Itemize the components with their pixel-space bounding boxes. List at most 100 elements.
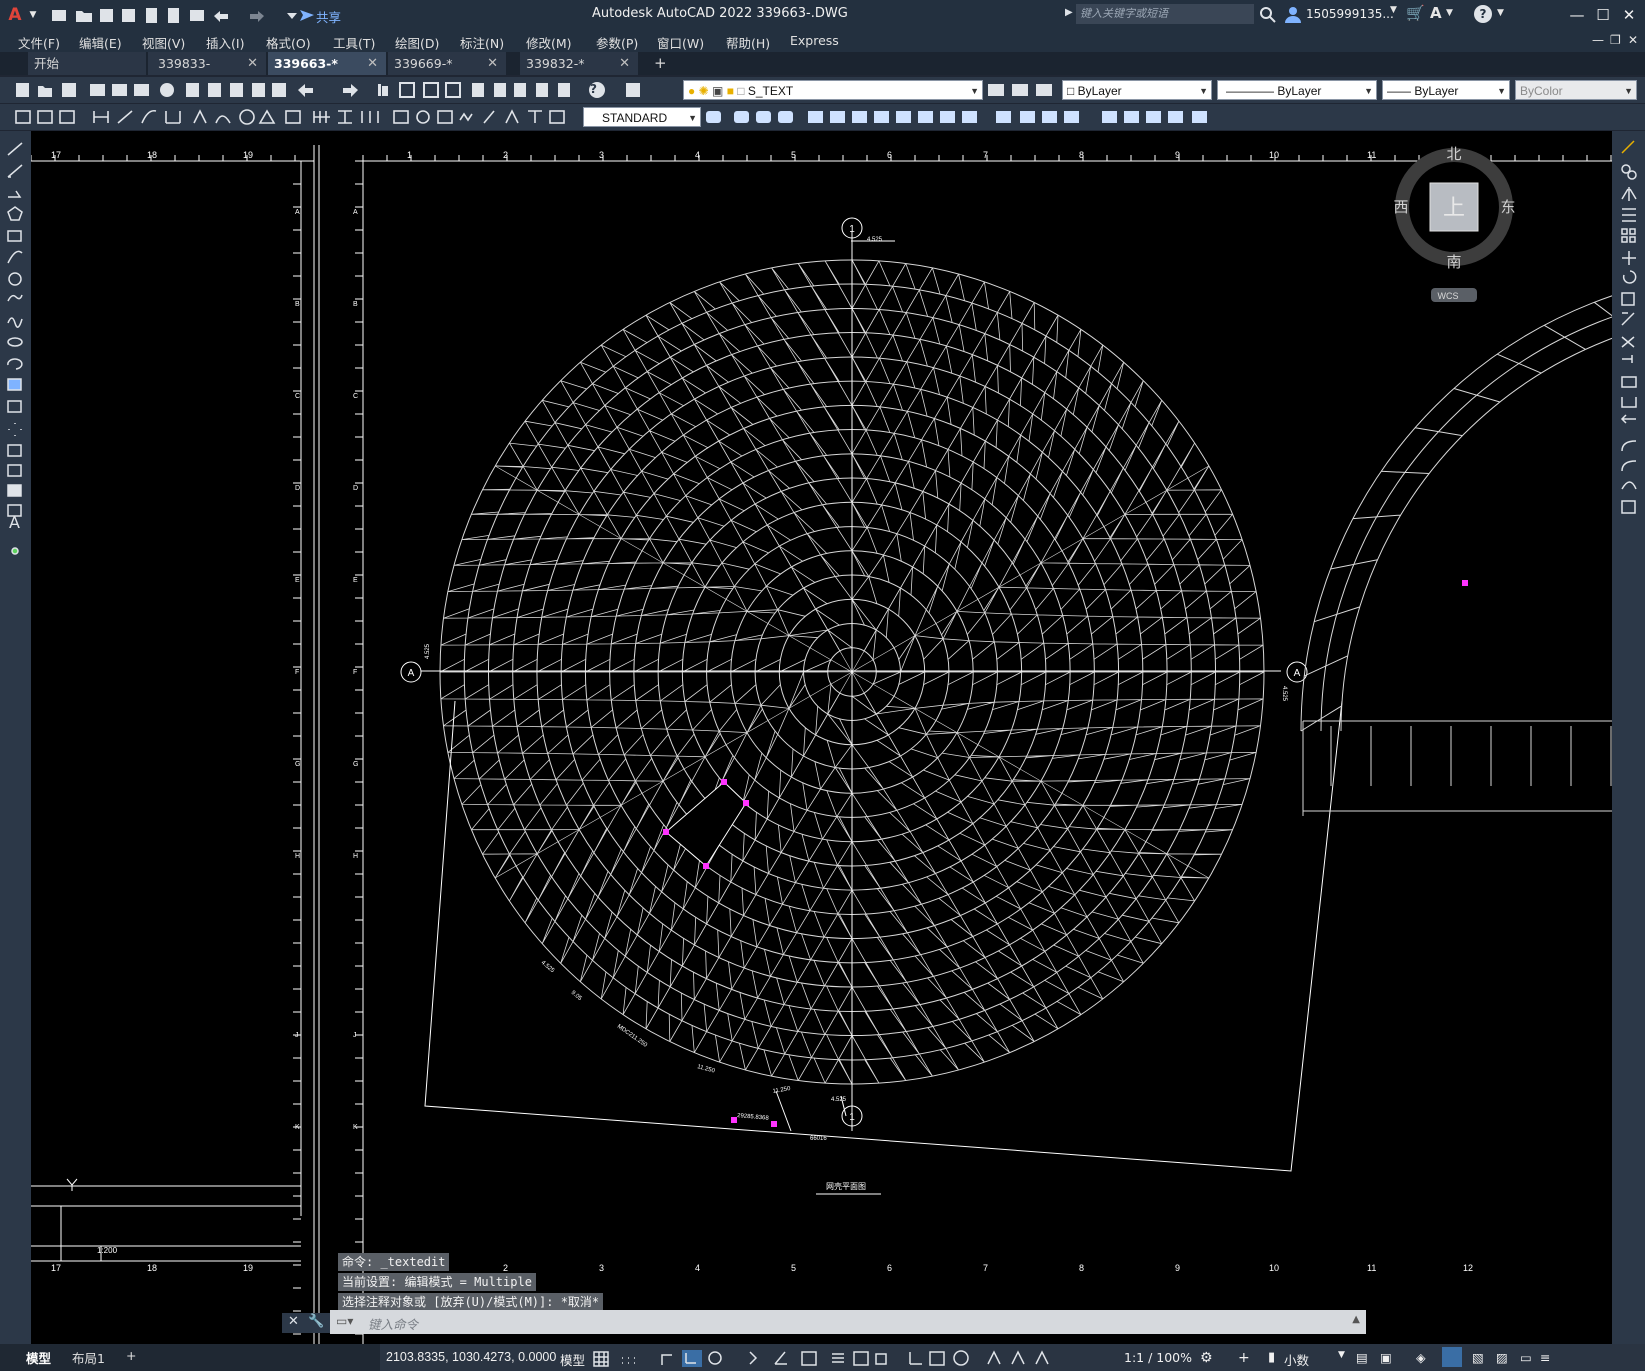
user-name[interactable]: 1505999135...	[1306, 7, 1394, 21]
quick-properties-toggle-icon[interactable]: ▤	[1356, 1350, 1368, 1365]
tab-start[interactable]: 开始	[28, 52, 146, 75]
gradient-icon	[7, 464, 22, 477]
layer-tool-icons[interactable]	[986, 81, 1066, 99]
menu-parametric[interactable]: 参数(P)	[596, 33, 638, 52]
tab-339663[interactable]: 339663-* ✕	[268, 52, 386, 75]
user-menu-arrow-icon[interactable]: ▼	[1390, 5, 1397, 15]
doc-restore-button[interactable]: ❐	[1610, 33, 1621, 47]
menu-dimension[interactable]: 标注(N)	[460, 33, 504, 52]
tab-339832[interactable]: 339832-* ✕	[520, 52, 638, 75]
menu-modify[interactable]: 修改(M)	[526, 33, 572, 52]
customization-icon[interactable]: ▨	[1496, 1350, 1508, 1365]
modify-palette-icons[interactable]	[1620, 137, 1640, 637]
view-cube[interactable]: 上 北 南 西 东 WCS	[1393, 145, 1516, 302]
new-tab-button[interactable]: +	[654, 54, 667, 72]
maximize-button[interactable]: ☐	[1590, 4, 1616, 26]
share-label[interactable]: 共享	[316, 7, 341, 26]
gear-icon[interactable]: ⚙	[1200, 1350, 1213, 1366]
wrench-icon[interactable]: 🔧	[308, 1314, 324, 1329]
menu-file[interactable]: 文件(F)	[18, 33, 60, 52]
ruler-main-row-K: K	[353, 1124, 358, 1131]
chamfer-icon	[1620, 414, 1636, 424]
lineweight-dropdown[interactable]: —— ByLayer ▼	[1382, 80, 1510, 100]
app-menu-arrow-icon[interactable]: ▼	[24, 6, 42, 24]
layer-dropdown[interactable]: ● ✺ ▣ ■ □ S_TEXT ▼	[683, 80, 983, 100]
annotation-scale[interactable]: 1:1 / 100%	[1124, 1350, 1192, 1365]
menu-format[interactable]: 格式(O)	[266, 33, 311, 52]
quick-properties-icon[interactable]: ▮	[1268, 1350, 1275, 1365]
tab-layout1[interactable]: 布局1	[72, 1348, 105, 1367]
chevron-right-icon[interactable]: ▶	[1065, 7, 1073, 18]
help-menu-arrow-icon[interactable]: ▼	[1497, 8, 1504, 18]
textstyle-dropdown[interactable]: STANDARD ▼	[583, 107, 701, 127]
offset-icon	[1622, 208, 1636, 222]
menu-draw[interactable]: 绘图(D)	[395, 33, 439, 52]
menu-window[interactable]: 窗口(W)	[657, 33, 704, 52]
close-icon[interactable]: ✕	[367, 52, 378, 75]
modify-toolbar-icons[interactable]	[704, 108, 1224, 126]
autodesk-a360-icon[interactable]: A	[1430, 4, 1442, 22]
hardware-acceleration-icon[interactable]	[1442, 1347, 1462, 1367]
scale-label: 1:200	[97, 1246, 118, 1255]
chevron-down-icon[interactable]: ▼	[1338, 1350, 1345, 1360]
close-button[interactable]: ✕	[1616, 4, 1642, 26]
close-icon[interactable]: ✕	[619, 52, 630, 75]
menu-express[interactable]: Express	[790, 33, 839, 48]
plus-icon[interactable]: +	[1238, 1350, 1250, 1366]
menu-icon[interactable]: ≡	[1540, 1350, 1550, 1365]
clean-screen-icon[interactable]: ▧	[1472, 1350, 1484, 1365]
menu-edit[interactable]: 编辑(E)	[79, 33, 122, 52]
spline-icon	[7, 317, 23, 328]
lock-ui-icon[interactable]: ▣	[1380, 1350, 1392, 1365]
command-history-3: 选择注释对象或 [放弃(U)/模式(M)]: *取消*	[338, 1293, 604, 1311]
ruler-main-bottom-7: 7	[983, 1263, 988, 1273]
menu-tools[interactable]: 工具(T)	[333, 33, 375, 52]
status-toggle-icons[interactable]	[592, 1349, 1192, 1367]
doc-close-button[interactable]: ✕	[1628, 33, 1638, 47]
multiline-text-icon[interactable]: A	[9, 513, 20, 532]
lock-icon: ■	[726, 84, 734, 98]
standard-toolbar-icons[interactable]	[14, 81, 674, 99]
command-input[interactable]: ▭▾ 键入命令 ▲	[330, 1310, 1366, 1334]
tab-339669[interactable]: 339669-* ✕	[388, 52, 506, 75]
help-icon[interactable]: ?	[1474, 5, 1492, 23]
menu-insert[interactable]: 插入(I)	[206, 33, 244, 52]
ruler-main-row-H: H	[353, 853, 358, 860]
chevron-up-icon[interactable]: ▲	[1352, 1314, 1360, 1325]
array-icon	[1621, 228, 1628, 235]
close-icon[interactable]: ✕	[247, 52, 258, 75]
doc-minimize-button[interactable]: —	[1592, 33, 1604, 47]
close-icon[interactable]: ✕	[288, 1314, 299, 1329]
tab-339833[interactable]: 339833- ✕	[148, 52, 266, 75]
color-dropdown[interactable]: □ ByLayer ▼	[1062, 80, 1212, 100]
drawing-canvas[interactable]: 17 18 19 17 18 19 1 2 3 4 5 6 7 8 9 10 1…	[31, 131, 1612, 1344]
menu-view[interactable]: 视图(V)	[142, 33, 185, 52]
dim-arc-1: 4.525	[540, 960, 556, 975]
user-icon[interactable]	[1284, 6, 1302, 24]
command-prompt-icon[interactable]: ▭▾	[336, 1314, 353, 1328]
ruler-main-bottom-8: 8	[1079, 1263, 1084, 1273]
a360-menu-arrow-icon[interactable]: ▼	[1446, 8, 1453, 18]
close-icon[interactable]: ✕	[487, 52, 498, 75]
search-icon[interactable]	[1260, 7, 1276, 23]
circle-icon	[8, 272, 22, 286]
units-dropdown[interactable]: 小数	[1284, 1350, 1309, 1369]
add-layout-button[interactable]: +	[126, 1348, 136, 1363]
rectangle-icon	[7, 230, 22, 242]
isolate-objects-icon[interactable]: ◈	[1416, 1350, 1426, 1365]
break-icon	[1621, 376, 1637, 388]
search-input[interactable]: 键入关键字或短语	[1076, 4, 1254, 24]
plotstyle-dropdown[interactable]: ByColor ▼	[1515, 80, 1637, 100]
linetype-dropdown[interactable]: ———— ByLayer ▼	[1217, 80, 1377, 100]
autocad-logo-icon[interactable]: A	[6, 6, 24, 24]
model-space[interactable]: 17 18 19 17 18 19 1 2 3 4 5 6 7 8 9 10 1…	[31, 131, 1612, 1344]
ruler-main-top-7: 7	[983, 150, 988, 160]
model-space-button[interactable]: 模型	[560, 1350, 585, 1369]
cart-icon[interactable]: 🛒	[1406, 4, 1425, 22]
tab-model[interactable]: 模型	[26, 1348, 51, 1367]
minimize-button[interactable]: —	[1564, 4, 1590, 26]
move-icon	[1622, 251, 1636, 265]
dimension-toolbar-icons[interactable]	[14, 108, 584, 126]
menu-help[interactable]: 帮助(H)	[726, 33, 770, 52]
fullscreen-icon[interactable]: ▭	[1520, 1350, 1532, 1365]
